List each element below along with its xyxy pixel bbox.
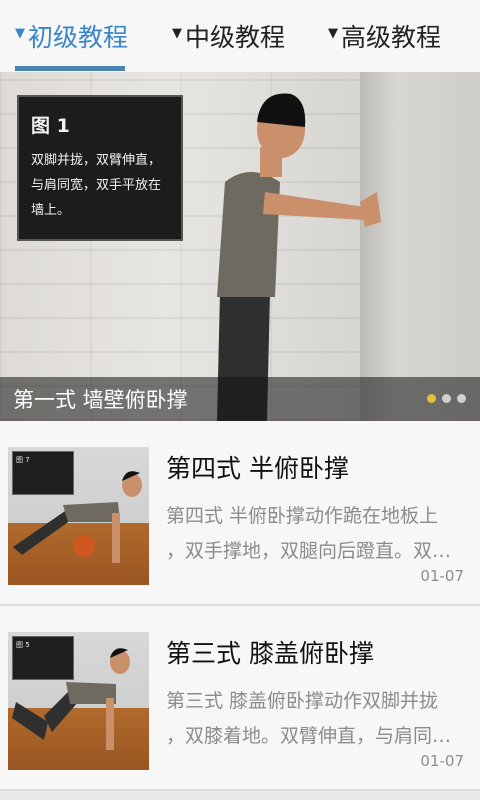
- sign-title: 图 1: [31, 115, 70, 137]
- item-date: 01-07: [420, 567, 464, 585]
- list-item[interactable]: 图 7 第四式 半俯卧撑 第四式 半俯卧撑动作跪在地板上 ，双手撑地，双腿向后蹬…: [0, 421, 480, 606]
- pushup-figure-image: [13, 471, 142, 563]
- tutorial-list: 图 7 第四式 半俯卧撑 第四式 半俯卧撑动作跪在地板上 ，双手撑地，双腿向后蹬…: [0, 421, 480, 791]
- item-title: 第四式 半俯卧撑: [166, 454, 349, 483]
- exercise-person-image: [217, 93, 381, 421]
- item-description: 第三式 膝盖俯卧撑动作双脚并拢 ，双膝着地。双臂伸直，与肩同…: [166, 684, 466, 754]
- slide-indicator: [427, 394, 466, 403]
- slide-dot[interactable]: [442, 394, 451, 403]
- tab-intermediate-label: 中级教程: [185, 23, 286, 52]
- slide-dot[interactable]: [457, 394, 466, 403]
- tab-intermediate[interactable]: ▼ 中级教程: [160, 0, 320, 72]
- sign-line: 墙上。: [31, 203, 71, 218]
- banner-caption-bar: 第一式 墙壁俯卧撑: [0, 377, 480, 421]
- sign-line: 与肩同宽，双手平放在: [31, 178, 162, 193]
- item-description: 第四式 半俯卧撑动作跪在地板上 ，双手撑地，双腿向后蹬直。双…: [166, 499, 466, 569]
- tab-bar: ▼ 初级教程 ▼ 中级教程 ▼ 高级教程: [0, 0, 480, 72]
- list-item[interactable]: 图 5 第三式 膝盖俯卧撑 第三式 膝盖俯卧撑动作双脚并拢 ，双膝着地。双臂伸直…: [0, 606, 480, 791]
- banner-slideshow[interactable]: 图 1 双脚并拢，双臂伸直， 与肩同宽，双手平放在 墙上。 第一式 墙壁俯卧撑: [0, 72, 480, 421]
- knee-pushup-figure-image: [12, 648, 130, 750]
- tab-beginner[interactable]: ▼ 初级教程: [0, 0, 160, 72]
- description-line: 第四式 半俯卧撑动作跪在地板上: [166, 505, 439, 527]
- active-tab-indicator: [15, 66, 125, 71]
- item-date: 01-07: [420, 752, 464, 770]
- banner-caption: 第一式 墙壁俯卧撑: [13, 388, 188, 412]
- sign-text: 双脚并拢，双臂伸直， 与肩同宽，双手平放在 墙上。: [31, 148, 169, 223]
- triangle-down-icon: ▼: [172, 25, 182, 41]
- instruction-sign: 图 1 双脚并拢，双臂伸直， 与肩同宽，双手平放在 墙上。: [17, 95, 183, 241]
- thumbnail-image: 图 5: [8, 632, 149, 770]
- sign-line: 双脚并拢，双臂伸直，: [31, 153, 162, 168]
- triangle-down-icon: ▼: [15, 25, 25, 41]
- slide-dot-active[interactable]: [427, 394, 436, 403]
- tab-advanced-label: 高级教程: [341, 23, 442, 52]
- triangle-down-icon: ▼: [328, 25, 338, 41]
- tab-advanced[interactable]: ▼ 高级教程: [320, 0, 480, 72]
- tab-beginner-label: 初级教程: [28, 23, 129, 52]
- item-title: 第三式 膝盖俯卧撑: [166, 639, 374, 668]
- thumbnail-image: 图 7: [8, 447, 149, 585]
- description-line: ，双膝着地。双臂伸直，与肩同…: [166, 725, 452, 747]
- description-line: ，双手撑地，双腿向后蹬直。双…: [166, 540, 452, 562]
- description-line: 第三式 膝盖俯卧撑动作双脚并拢: [166, 690, 439, 712]
